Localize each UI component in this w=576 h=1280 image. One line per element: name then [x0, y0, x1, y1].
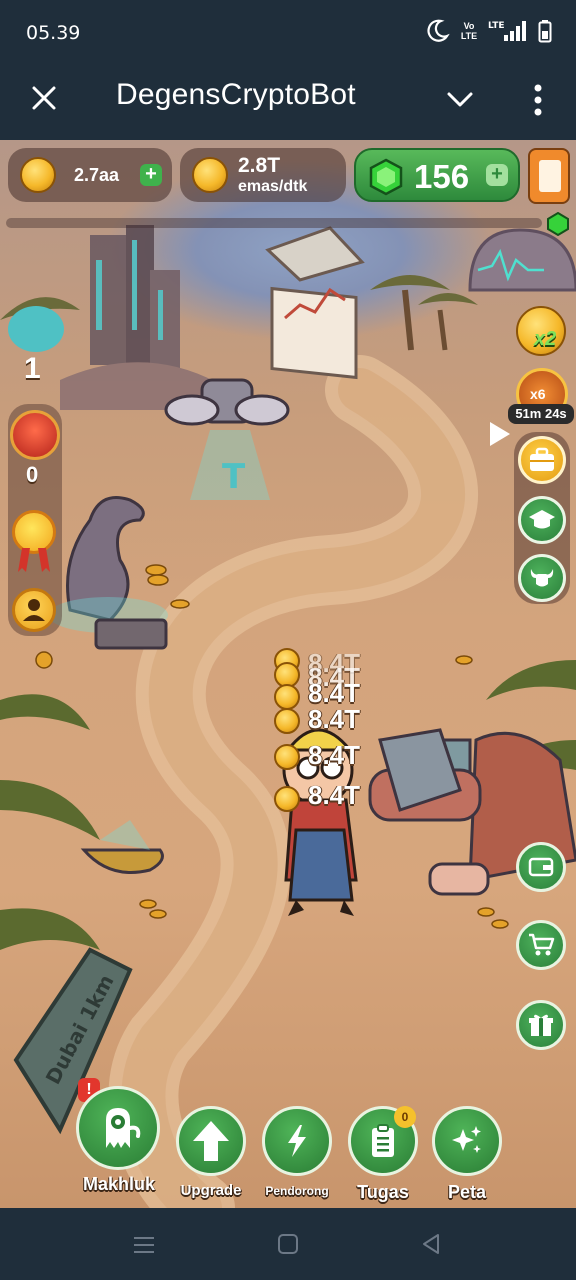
recents-icon[interactable] — [132, 1234, 156, 1256]
floating-income-stack: 8.4T 8.4T 8.4T 8.4T 8.4T 8.4T — [270, 648, 390, 812]
nav-upgrade[interactable] — [176, 1106, 246, 1176]
event-timer: 51m 24s — [508, 404, 574, 424]
income-rate: 2.8T — [238, 154, 281, 177]
system-nav-bar — [0, 1208, 576, 1280]
volte-label: Vo LTE — [460, 21, 478, 41]
income-unit: emas/dtk — [238, 178, 308, 195]
back-icon[interactable] — [420, 1232, 442, 1256]
gold-coin-icon — [274, 684, 300, 710]
gift-button[interactable] — [516, 1000, 566, 1050]
user-icon — [23, 599, 45, 621]
gift-icon — [529, 1014, 553, 1036]
wallet-icon — [528, 857, 554, 877]
lte-label: LTE — [488, 21, 505, 31]
medal-ribbon-icon — [18, 548, 50, 572]
status-bar: 05.39 Vo LTE LTE — [0, 0, 576, 64]
status-time: 05.39 — [26, 22, 81, 44]
wallet-button[interactable] — [516, 842, 566, 892]
gold-coin-icon — [274, 786, 300, 812]
volte-icon: Vo LTE — [460, 21, 478, 41]
green-gem-icon — [369, 158, 403, 196]
floating-income: 8.4T — [308, 704, 361, 734]
dome-building — [468, 228, 576, 292]
nav-makhluk[interactable] — [76, 1086, 160, 1170]
play-arrow-icon[interactable] — [490, 422, 510, 446]
nav-makhluk-label: Makhluk — [82, 1174, 156, 1194]
chart-billboard — [265, 226, 365, 380]
nav-upgrade-label: Upgrade — [180, 1182, 242, 1199]
nav-pendorong-label: Pendorong — [265, 1184, 329, 1198]
briefcase-button[interactable] — [518, 436, 566, 484]
app-title: DegensCryptoBot — [116, 78, 356, 111]
screen: 05.39 Vo LTE LTE DegensCryptoBot T Dubai… — [0, 0, 576, 1280]
gem-balance-pill[interactable]: 156 + — [354, 148, 520, 202]
moon-icon — [427, 19, 450, 42]
nav-peta-label: Peta — [447, 1182, 487, 1202]
sparkle-map-icon — [452, 1126, 481, 1153]
boost-multiplier: x2 — [534, 328, 557, 350]
small-gem-icon[interactable] — [546, 212, 570, 236]
app-bar: DegensCryptoBot — [0, 64, 576, 140]
lte-signal-icon: LTE — [488, 21, 526, 41]
more-vert-icon[interactable] — [524, 80, 552, 120]
graduation-cap-icon — [529, 510, 555, 529]
gold-coin-icon — [274, 744, 300, 770]
chest-count: 0 — [26, 462, 39, 487]
game-scene[interactable]: T Dubai 1km 2.7aa + 2.8T emas/dtk 156 + … — [0, 140, 576, 1208]
arrow-up-icon — [193, 1121, 229, 1161]
add-coins-button[interactable]: + — [140, 164, 162, 186]
chevron-down-icon[interactable] — [444, 84, 476, 116]
status-icons: Vo LTE LTE — [424, 18, 552, 44]
treasure-chest-icon[interactable] — [10, 410, 60, 460]
player-level: 1 — [24, 352, 41, 385]
svg-text:T: T — [222, 457, 246, 497]
cart-icon — [529, 933, 555, 956]
floating-income: 8.4T — [308, 740, 361, 770]
battery-icon — [538, 20, 552, 43]
briefcase-icon — [530, 447, 554, 471]
coin-balance: 2.7aa — [74, 165, 120, 185]
magic-lamp — [80, 820, 164, 874]
drone: T — [164, 378, 290, 500]
income-rate-pill[interactable]: 2.8T emas/dtk — [180, 148, 346, 202]
bull-icon — [530, 569, 554, 587]
nav-peta[interactable] — [432, 1106, 502, 1176]
gold-coin-icon — [274, 708, 300, 734]
close-icon[interactable] — [28, 82, 60, 114]
event-multiplier: x6 — [530, 386, 546, 402]
coin-balance-pill[interactable]: 2.7aa + — [8, 148, 172, 202]
bull-market-button[interactable] — [518, 554, 566, 602]
monster-icon — [106, 1108, 141, 1148]
progress-bar-track — [6, 218, 542, 228]
clipboard-icon — [372, 1124, 394, 1157]
gold-coin-icon — [20, 157, 56, 193]
floating-income: 8.4T — [308, 780, 361, 810]
tasks-badge: 0 — [394, 1106, 416, 1128]
gold-coin-icon — [192, 157, 228, 193]
shop-button[interactable] — [516, 920, 566, 970]
education-button[interactable] — [518, 496, 566, 544]
profile-button[interactable] — [12, 588, 56, 632]
nav-tugas-label: Tugas — [357, 1182, 409, 1202]
lightning-icon — [288, 1125, 306, 1157]
notebook-icon[interactable] — [528, 148, 570, 204]
gem-balance: 156 — [414, 158, 470, 195]
nav-pendorong[interactable] — [262, 1106, 332, 1176]
home-icon[interactable] — [276, 1232, 300, 1256]
add-gems-button[interactable]: + — [486, 164, 508, 186]
level-avatar[interactable] — [8, 306, 64, 352]
